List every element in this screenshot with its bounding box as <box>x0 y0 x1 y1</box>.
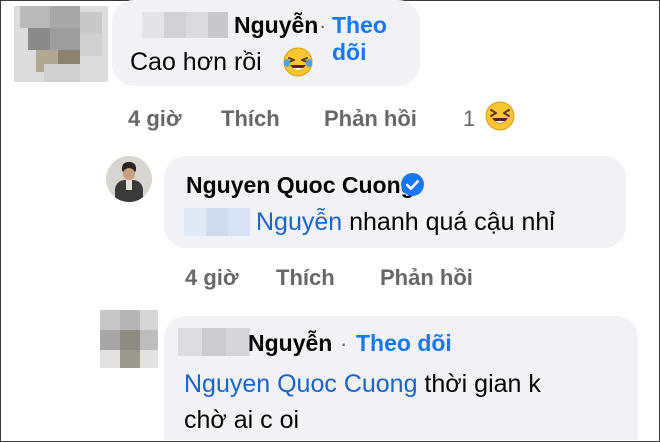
comment-author[interactable]: Nguyễn <box>234 12 318 39</box>
comment-author[interactable]: Nguyen Quoc Cuong <box>186 172 415 199</box>
timestamp[interactable]: 4 giờ <box>128 106 182 132</box>
comment-text: Cao hơn rồi <box>130 48 262 76</box>
avatar[interactable] <box>106 156 152 202</box>
avatar-blurred[interactable] <box>14 6 108 82</box>
reaction-count[interactable]: 1 <box>463 106 475 132</box>
mention-link[interactable]: Nguyễn <box>256 208 342 236</box>
like-button[interactable]: Thích <box>276 265 335 291</box>
reply-button[interactable]: Phản hồi <box>380 265 473 291</box>
laughing-tears-emoji <box>283 47 313 77</box>
separator-dot: · <box>319 13 327 38</box>
comment-body-line2: chờ ai c oi <box>184 406 300 434</box>
comment-text: Nguyen Quoc Cuong thời gian k chờ ai c o… <box>184 366 541 438</box>
follow-link[interactable]: Theo dõi <box>332 12 420 66</box>
reply-button[interactable]: Phản hồi <box>324 106 417 132</box>
separator-dot: · <box>340 331 348 356</box>
comment-body-line1: thời gian k <box>417 370 541 398</box>
verified-badge-icon <box>401 173 424 196</box>
mention-link[interactable]: Nguyen Quoc Cuong <box>184 370 417 398</box>
comment-actions: 4 giờ Thích Phản hồi 1 <box>0 104 660 134</box>
comment-author[interactable]: Nguyễn <box>248 330 332 357</box>
follow-link[interactable]: Theo dõi <box>356 330 452 357</box>
blurred-mention <box>184 208 250 236</box>
reply-bubble: Nguyen Quoc Cuong Nguyễn nhanh quá cậu n… <box>164 156 626 248</box>
comment-body: nhanh quá cậu nhỉ <box>342 208 555 236</box>
comment-actions: 4 giờ Thích Phản hồi <box>0 263 660 293</box>
avatar-blurred[interactable] <box>100 310 158 368</box>
blurred-name <box>178 328 250 356</box>
like-button[interactable]: Thích <box>221 106 280 132</box>
comment-text: Nguyễn nhanh quá cậu nhỉ <box>256 208 555 237</box>
comment-bubble: Nguyễn · Theo dõi Cao hơn rồi <box>112 0 420 86</box>
timestamp[interactable]: 4 giờ <box>185 265 239 291</box>
reply-bubble: Nguyễn · Theo dõi Nguyen Quoc Cuong thời… <box>164 316 638 440</box>
laughing-squint-emoji[interactable] <box>484 100 516 132</box>
blurred-name <box>142 12 228 38</box>
